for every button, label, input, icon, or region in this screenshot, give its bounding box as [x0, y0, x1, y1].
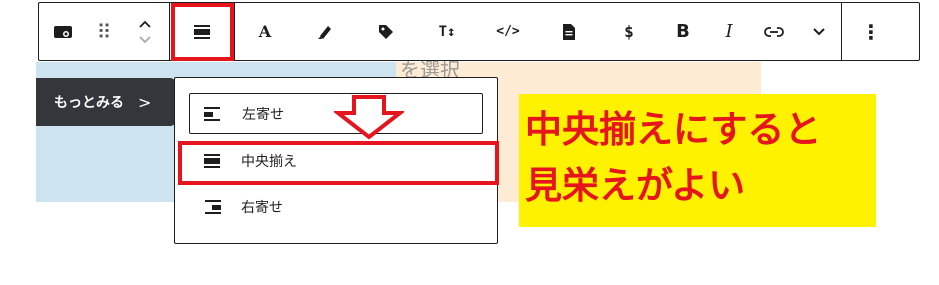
drag-handle-button[interactable]: ⠿: [87, 3, 121, 60]
bold-icon: B: [676, 21, 690, 42]
toolbar-group-block: ⠿: [39, 3, 170, 60]
down-arrow-icon: [332, 95, 406, 144]
italic-icon: I: [725, 21, 733, 42]
tag-button[interactable]: [355, 3, 417, 60]
annotation-line-1: 中央揃えにすると: [525, 108, 822, 151]
document-icon: [562, 23, 576, 41]
text-color-button[interactable]: A: [235, 3, 295, 60]
document-button[interactable]: [539, 3, 599, 60]
toolbar-group-format: A T↕ </> $ B I: [235, 3, 842, 60]
text-color-icon: A: [258, 22, 272, 41]
more-options-icon: ⋮: [861, 19, 881, 44]
bold-button[interactable]: B: [659, 3, 707, 60]
menu-item-align-right[interactable]: 右寄せ: [189, 186, 483, 227]
highlighter-button[interactable]: [295, 3, 355, 60]
drag-handle-icon: ⠿: [96, 19, 112, 44]
selected-item-highlight: [178, 141, 499, 185]
link-icon: [763, 25, 785, 39]
menu-item-label: 右寄せ: [241, 199, 283, 216]
dollar-button[interactable]: $: [599, 3, 659, 60]
more-button-label: もっとみる: [54, 95, 124, 111]
italic-button[interactable]: I: [707, 3, 751, 60]
code-icon: </>: [496, 24, 520, 39]
block-type-button[interactable]: [39, 3, 87, 60]
code-button[interactable]: </>: [477, 3, 539, 60]
highlighter-icon: [316, 23, 334, 41]
move-up-down-button[interactable]: [121, 3, 169, 60]
more-button[interactable]: もっとみる >: [36, 78, 176, 126]
font-size-icon: T↕: [438, 23, 456, 40]
annotation-line-2: 見栄えがよい: [525, 164, 746, 207]
options-button[interactable]: ⋮: [842, 3, 900, 60]
font-size-button[interactable]: T↕: [417, 3, 477, 60]
link-button[interactable]: [751, 3, 797, 60]
align-button-highlight: [171, 3, 234, 61]
toolbar-group-options: ⋮: [842, 3, 900, 60]
menu-item-label: 左寄せ: [242, 106, 284, 123]
dollar-icon: $: [624, 22, 634, 41]
align-left-icon: [202, 105, 224, 123]
more-format-button[interactable]: [797, 3, 841, 60]
chevron-right-icon: >: [138, 92, 152, 112]
tag-icon: [377, 23, 395, 41]
block-type-icon: [53, 24, 73, 40]
chevron-down-icon: [812, 27, 826, 37]
annotation-note: 中央揃えにすると 見栄えがよい: [519, 94, 876, 227]
move-up-down-icon: [137, 18, 153, 46]
align-right-icon: [201, 198, 223, 216]
